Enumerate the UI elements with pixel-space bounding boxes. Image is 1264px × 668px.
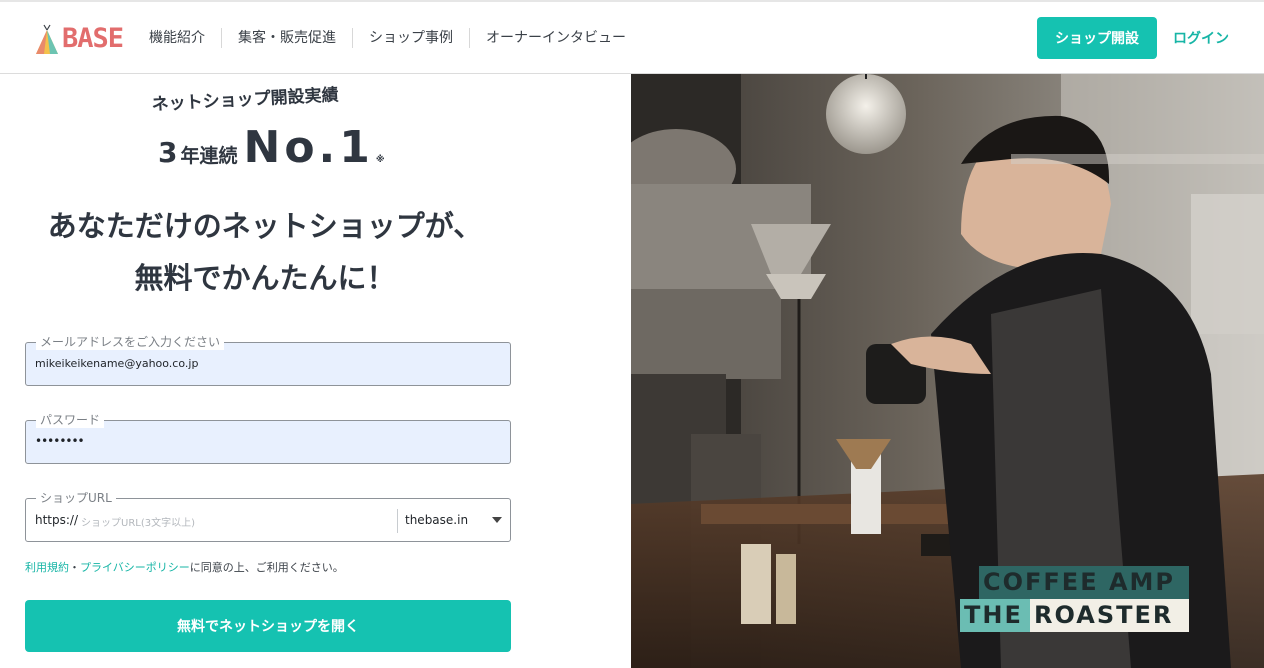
site-header: BASE 機能紹介 集客・販売促進 ショップ事例 オーナーインタビュー ショップ…	[0, 2, 1264, 74]
headline-line1: あなただけのネットショップが、	[47, 209, 483, 243]
login-link[interactable]: ログイン	[1173, 30, 1229, 48]
no1-badge: 3 年連続 No.1 ※	[158, 122, 385, 173]
chevron-down-icon[interactable]	[492, 517, 502, 523]
url-divider	[397, 509, 398, 533]
email-field[interactable]: メールアドレスをご入力ください mikeikeikename@yahoo.co.…	[25, 334, 511, 386]
base-logo[interactable]: BASE	[33, 22, 124, 56]
badge-years-text: 年連続	[180, 145, 238, 167]
sign-coffee-amp: COFFEE AMP	[983, 568, 1175, 596]
logo-text: BASE	[62, 23, 124, 54]
nav-owner-interview[interactable]: オーナーインタビュー	[469, 28, 642, 48]
domain-select[interactable]: thebase.in	[405, 513, 468, 527]
password-label: パスワード	[36, 412, 105, 428]
roaster-sign-roaster: ROASTER	[1030, 599, 1189, 632]
roaster-sign-top: COFFEE AMP	[979, 566, 1189, 600]
url-prefix: https://	[35, 513, 79, 527]
nav-features[interactable]: 機能紹介	[149, 28, 221, 48]
shop-url-label: ショップURL	[36, 490, 116, 506]
roaster-sign-the: THE	[960, 599, 1030, 632]
hero-headline: あなただけのネットショップが、 無料でかんたんに！	[0, 200, 530, 304]
password-field[interactable]: パスワード ••••••••	[25, 412, 511, 464]
sign-the: THE	[964, 601, 1023, 629]
badge-no1: No.1	[243, 122, 374, 173]
password-value: ••••••••	[35, 434, 85, 448]
shop-url-input[interactable]: ショップURL(3文字以上)	[81, 514, 195, 529]
email-value: mikeikeikename@yahoo.co.jp	[35, 357, 199, 370]
shop-url-field: ショップURL https:// ショップURL(3文字以上) thebase.…	[25, 490, 511, 542]
open-net-shop-button[interactable]: 無料でネットショップを開く	[25, 600, 511, 652]
terms-separator: ・	[69, 561, 80, 574]
badge-note-mark: ※	[375, 155, 385, 165]
badge-years-number: 3	[158, 136, 178, 169]
privacy-policy-link[interactable]: プライバシーポリシー	[80, 561, 190, 574]
nav-shop-cases[interactable]: ショップ事例	[352, 28, 469, 48]
tent-logo-icon	[36, 24, 58, 54]
open-shop-button[interactable]: ショップ開設	[1037, 17, 1157, 59]
headline-line2: 無料でかんたんに！	[134, 261, 396, 295]
terms-notice: 利用規約・プライバシーポリシーに同意の上、ご利用ください。	[25, 559, 344, 575]
main-nav: 機能紹介 集客・販売促進 ショップ事例 オーナーインタビュー	[149, 28, 642, 48]
hero-photo: COFFEE AMP THE ROASTER	[631, 74, 1264, 668]
sign-roaster: ROASTER	[1034, 601, 1174, 629]
email-label: メールアドレスをご入力ください	[36, 334, 225, 350]
nav-marketing[interactable]: 集客・販売促進	[221, 28, 352, 48]
terms-agreement-text: に同意の上、ご利用ください。	[189, 561, 344, 574]
terms-link[interactable]: 利用規約	[25, 561, 69, 574]
